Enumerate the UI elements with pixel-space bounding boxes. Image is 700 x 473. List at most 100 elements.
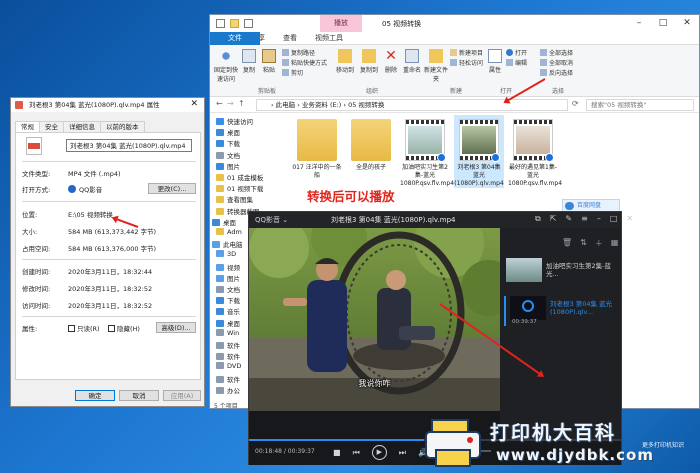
- context-tab-play[interactable]: 播放: [320, 15, 362, 32]
- file-item-video-selected[interactable]: 刘老根3 第04集 蓝光(1080P).qlv.mp4: [454, 115, 504, 188]
- nav-item[interactable]: 软件: [216, 351, 240, 361]
- stop-icon[interactable]: ■: [333, 448, 341, 457]
- quick-access-folder-icon[interactable]: [230, 19, 239, 28]
- nav-item[interactable]: 查看图集: [216, 194, 253, 204]
- playlist-item-current[interactable]: 刘老根3 第04集 蓝光(1080P).qlv... 00:39:37: [504, 296, 620, 326]
- advanced-button[interactable]: 高级(D)...: [156, 322, 196, 333]
- nav-item[interactable]: 文档: [216, 284, 240, 294]
- nav-item[interactable]: Adm: [216, 228, 242, 236]
- forward-arrow-icon[interactable]: →: [227, 99, 234, 108]
- close-icon[interactable]: ✕: [675, 15, 699, 32]
- nav-item[interactable]: 软件: [216, 340, 240, 350]
- tab-video-tools[interactable]: 视频工具: [306, 32, 352, 44]
- maximize-icon[interactable]: □: [610, 214, 618, 224]
- nav-item[interactable]: 快速访问: [216, 116, 253, 126]
- tab-view[interactable]: 查看: [274, 32, 306, 44]
- grid-icon[interactable]: ▦: [611, 238, 619, 249]
- cut-button[interactable]: 剪切: [282, 68, 303, 77]
- hidden-checkbox[interactable]: 隐藏(H): [108, 323, 140, 333]
- playlist-item[interactable]: 加油吧实习生第2集-蓝光...: [506, 258, 618, 288]
- next-icon[interactable]: ⏭: [399, 448, 406, 458]
- cancel-button[interactable]: 取消: [119, 390, 159, 401]
- pin-quick-access-button[interactable]: 固定到快速访问: [214, 49, 238, 83]
- sort-icon[interactable]: ⇅: [580, 238, 587, 249]
- change-button[interactable]: 更改(C)...: [148, 183, 196, 194]
- nav-item[interactable]: 此电脑: [212, 239, 243, 249]
- file-item-folder-1[interactable]: 017 汪洋中的一条船: [292, 119, 342, 180]
- previous-icon[interactable]: ⏮: [353, 448, 360, 458]
- file-item-folder-2[interactable]: 全是的孩子: [346, 119, 396, 172]
- paste-button[interactable]: 粘贴: [260, 49, 278, 74]
- copy-path-button[interactable]: 复制路径: [282, 48, 315, 57]
- pin-top-icon[interactable]: ⇱: [550, 214, 557, 224]
- apply-button[interactable]: 应用(A): [163, 390, 201, 401]
- quick-access-save-icon[interactable]: [216, 19, 225, 28]
- nav-item[interactable]: 音乐: [216, 306, 240, 316]
- close-icon[interactable]: ✕: [626, 214, 633, 224]
- copy-button[interactable]: 复制: [240, 49, 258, 74]
- readonly-checkbox[interactable]: 只读(R): [68, 323, 100, 333]
- address-input[interactable]: › 此电脑 › 业务资料 (E:) › 05 视频转换: [256, 99, 568, 111]
- nav-item[interactable]: 文档: [216, 150, 240, 160]
- nav-item[interactable]: 软件: [216, 374, 240, 384]
- minimize-icon[interactable]: –: [627, 15, 651, 32]
- ok-button[interactable]: 确定: [75, 390, 115, 401]
- search-input[interactable]: 搜索"05 视频转换": [586, 99, 694, 111]
- easy-access-button[interactable]: 轻松访问: [450, 58, 483, 67]
- size-label: 大小:: [22, 228, 38, 236]
- nav-item[interactable]: 图片: [216, 161, 240, 171]
- nav-item[interactable]: 图片: [216, 273, 240, 283]
- rename-icon: [405, 49, 419, 63]
- tab-file[interactable]: 文件: [210, 32, 260, 45]
- up-arrow-icon[interactable]: ↑: [238, 99, 245, 108]
- nav-item[interactable]: 01 视频下载: [216, 183, 263, 193]
- qq-player-icon: [506, 49, 513, 56]
- rename-button[interactable]: 重命名: [402, 49, 422, 74]
- trash-icon[interactable]: 🗑: [562, 238, 572, 249]
- file-item-video-3[interactable]: 最好的遇见第1集-蓝光1080P.qsv.flv.mp4: [508, 119, 562, 188]
- folder-icon: [351, 119, 391, 161]
- invert-selection-button[interactable]: 反向选择: [540, 68, 573, 77]
- maximize-icon[interactable]: □: [651, 15, 675, 32]
- nav-item[interactable]: 视频: [216, 262, 240, 272]
- time-display: 00:18:48 / 00:39:37: [255, 448, 315, 455]
- delete-button[interactable]: ✕ 删除: [382, 49, 400, 74]
- open-button[interactable]: 打开: [506, 48, 527, 57]
- skin-icon[interactable]: ✎: [565, 214, 572, 224]
- qq-player-icon: [522, 300, 534, 312]
- minimize-icon[interactable]: –: [597, 214, 601, 224]
- properties-button[interactable]: 属性: [486, 49, 504, 74]
- new-item-button[interactable]: 新建项目: [450, 48, 483, 57]
- qq-player-badge-icon: [545, 153, 554, 162]
- nav-item[interactable]: 桌面: [212, 217, 236, 227]
- filename-input[interactable]: 刘老根3 第04集 蓝光(1080P).qlv.mp4: [66, 139, 192, 152]
- close-icon[interactable]: ✕: [190, 98, 198, 111]
- nav-item[interactable]: 办公: [216, 385, 240, 395]
- new-folder-button[interactable]: 新建文件夹: [424, 49, 448, 83]
- quick-access-dropdown-icon[interactable]: [244, 19, 253, 28]
- nav-item[interactable]: 3D: [216, 250, 236, 258]
- pip-icon[interactable]: ⧉: [535, 214, 541, 224]
- nav-item[interactable]: 桌面: [216, 127, 240, 137]
- ribbon-tabs: 文件 主页 共享 查看 视频工具: [210, 32, 699, 45]
- menu-icon[interactable]: ≡: [581, 214, 588, 224]
- nav-item[interactable]: 桌面: [216, 318, 240, 328]
- select-all-button[interactable]: 全部选择: [540, 48, 573, 57]
- nav-item[interactable]: 01 成金模板: [216, 172, 263, 182]
- select-none-button[interactable]: 全部取消: [540, 58, 573, 67]
- edit-button[interactable]: 编辑: [506, 58, 527, 67]
- nav-item[interactable]: DVD: [216, 362, 241, 370]
- play-button[interactable]: ▶: [371, 445, 387, 460]
- copy-to-button[interactable]: 复制到: [358, 49, 380, 74]
- invert-selection-icon: [540, 69, 547, 76]
- nav-item[interactable]: 下载: [216, 295, 240, 305]
- refresh-icon[interactable]: ⟳: [572, 99, 579, 108]
- move-to-button[interactable]: 移动到: [334, 49, 356, 74]
- player-brand-menu[interactable]: QQ影音 ⌄: [255, 215, 288, 225]
- nav-item[interactable]: 下载: [216, 138, 240, 148]
- back-arrow-icon[interactable]: ←: [216, 99, 223, 108]
- paste-shortcut-button[interactable]: 粘贴快捷方式: [282, 58, 327, 67]
- add-icon[interactable]: ＋: [595, 238, 603, 249]
- nav-item[interactable]: Win: [216, 328, 239, 337]
- file-item-video-1[interactable]: 加油吧实习生第2集-蓝光1080P.qsv.flv.mp4: [400, 119, 454, 188]
